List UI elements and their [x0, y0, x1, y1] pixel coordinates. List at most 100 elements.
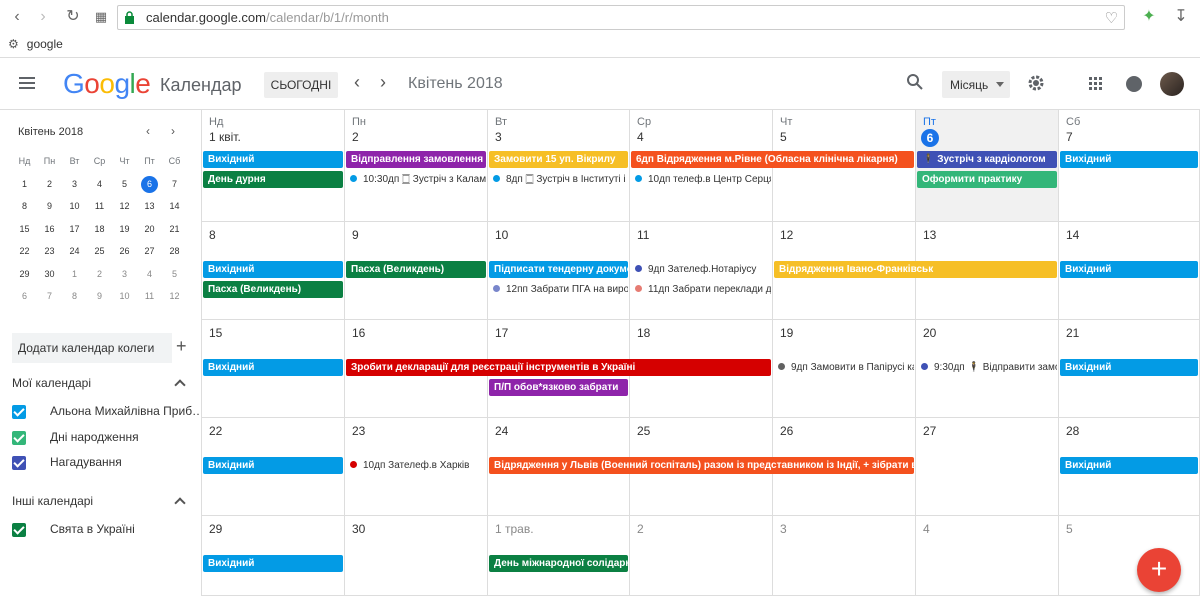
event-chip[interactable]: Вихідний: [1060, 151, 1198, 168]
timed-event[interactable]: 8дп 🀆 Зустріч в Інституті і: [491, 172, 628, 188]
forward-icon[interactable]: ›: [32, 6, 54, 28]
bookmark-google[interactable]: ⚙ google: [8, 37, 63, 52]
mini-day[interactable]: 26: [112, 240, 137, 263]
next-month-icon[interactable]: ›: [380, 72, 386, 93]
mini-next-icon[interactable]: ›: [171, 124, 175, 138]
mini-day[interactable]: 6: [12, 285, 37, 308]
add-colleague-input[interactable]: Додати календар колеги: [12, 333, 172, 363]
day-number[interactable]: 29: [209, 522, 222, 536]
mini-day[interactable]: 13: [137, 195, 162, 218]
sprout-icon[interactable]: ✦: [1138, 6, 1160, 28]
mini-day[interactable]: 10: [62, 195, 87, 218]
mini-day[interactable]: 20: [137, 218, 162, 241]
event-chip[interactable]: Вихідний: [203, 261, 343, 278]
other-calendars-header[interactable]: Інші календарі: [12, 494, 93, 508]
mini-day[interactable]: 22: [12, 240, 37, 263]
mini-day[interactable]: 2: [87, 263, 112, 286]
event-chip[interactable]: 6дп Відрядження м.Рівне (Обласна клінічн…: [631, 151, 914, 168]
mini-day[interactable]: 9: [37, 195, 62, 218]
timed-event[interactable]: 11дп Забрати переклади д: [633, 282, 771, 298]
mini-day[interactable]: 19: [112, 218, 137, 241]
event-chip[interactable]: День дурня: [203, 171, 343, 188]
day-number[interactable]: 20: [923, 326, 936, 340]
mini-day[interactable]: 23: [37, 240, 62, 263]
event-chip[interactable]: Пасха (Великдень): [346, 261, 486, 278]
menu-icon[interactable]: [19, 77, 35, 89]
day-number[interactable]: 12: [780, 228, 793, 242]
mini-day[interactable]: 11: [137, 285, 162, 308]
event-chip[interactable]: 🕴 Зустріч з кардіологом: [917, 151, 1057, 168]
day-number[interactable]: 4: [923, 522, 930, 536]
checkbox-icon[interactable]: [12, 430, 26, 445]
timed-event[interactable]: 10дп телеф.в Центр Серця: [633, 172, 771, 188]
gear-icon[interactable]: [1026, 73, 1046, 93]
timed-event[interactable]: 12пп Забрати ПГА на вироб: [491, 282, 628, 298]
day-number[interactable]: 9: [352, 228, 359, 242]
event-chip[interactable]: Оформити практику: [917, 171, 1057, 188]
mini-day[interactable]: 11: [87, 195, 112, 218]
timed-event[interactable]: 10:30дп 🀆 Зустріч з Калам: [348, 172, 486, 188]
mini-prev-icon[interactable]: ‹: [146, 124, 150, 138]
mini-day[interactable]: 7: [37, 285, 62, 308]
mini-day[interactable]: 12: [162, 285, 187, 308]
event-chip[interactable]: Вихідний: [203, 359, 343, 376]
day-number[interactable]: 17: [495, 326, 508, 340]
mini-day[interactable]: 4: [87, 173, 112, 196]
day-number[interactable]: 15: [209, 326, 222, 340]
mini-day[interactable]: 6: [137, 173, 162, 196]
day-cell[interactable]: 27: [916, 418, 1059, 516]
create-event-button[interactable]: +: [1137, 548, 1181, 592]
mini-day[interactable]: 25: [87, 240, 112, 263]
mini-day[interactable]: 30: [37, 263, 62, 286]
notifications-icon[interactable]: [1126, 76, 1142, 92]
current-day-number[interactable]: 6: [921, 129, 939, 147]
day-number[interactable]: 4: [637, 130, 644, 144]
day-number[interactable]: 19: [780, 326, 793, 340]
event-chip[interactable]: Пасха (Великдень): [203, 281, 343, 298]
event-chip[interactable]: Відправлення замовлення: [346, 151, 486, 168]
mini-day[interactable]: 14: [162, 195, 187, 218]
event-chip[interactable]: Підписати тендерну докуме: [489, 261, 628, 278]
day-number[interactable]: 2: [352, 130, 359, 144]
day-number[interactable]: 25: [637, 424, 650, 438]
day-number[interactable]: 3: [780, 522, 787, 536]
day-number[interactable]: 10: [495, 228, 508, 242]
day-number[interactable]: 26: [780, 424, 793, 438]
event-chip[interactable]: Замовити 15 уп. Вікрилу: [489, 151, 628, 168]
checkbox-icon[interactable]: [12, 523, 26, 537]
collapse-icon[interactable]: [174, 379, 186, 391]
event-chip[interactable]: Зробити декларації для реєстрації інстру…: [346, 359, 771, 376]
day-number[interactable]: 1 квіт.: [209, 130, 241, 144]
mini-day[interactable]: 3: [112, 263, 137, 286]
my-calendars-header[interactable]: Мої календарі: [12, 376, 91, 390]
day-number[interactable]: 28: [1066, 424, 1079, 438]
view-selector[interactable]: Місяць: [942, 71, 1010, 98]
event-chip[interactable]: Вихідний: [203, 457, 343, 474]
day-number[interactable]: 30: [352, 522, 365, 536]
apps-grid-icon[interactable]: [1089, 77, 1103, 91]
mini-day[interactable]: 28: [162, 240, 187, 263]
day-cell[interactable]: 2: [630, 516, 773, 596]
day-number[interactable]: 13: [923, 228, 936, 242]
mini-day[interactable]: 21: [162, 218, 187, 241]
address-bar[interactable]: calendar.google.com/calendar/b/1/r/month…: [117, 5, 1125, 30]
day-number[interactable]: 3: [495, 130, 502, 144]
mini-day[interactable]: 5: [112, 173, 137, 196]
event-chip[interactable]: День міжнародної солідарн: [489, 555, 628, 572]
mini-day[interactable]: 1: [12, 173, 37, 196]
event-chip[interactable]: Вихідний: [1060, 457, 1198, 474]
tabs-grid-icon[interactable]: ▦: [90, 6, 112, 28]
mini-day[interactable]: 3: [62, 173, 87, 196]
day-cell[interactable]: 4: [916, 516, 1059, 596]
event-chip[interactable]: Вихідний: [1060, 261, 1198, 278]
day-number[interactable]: 11: [637, 228, 649, 242]
day-number[interactable]: 1 трав.: [495, 522, 534, 536]
day-number[interactable]: 22: [209, 424, 222, 438]
checkbox-icon[interactable]: [12, 456, 26, 470]
today-button[interactable]: СЬОГОДНІ: [264, 72, 338, 98]
mini-day[interactable]: 12: [112, 195, 137, 218]
day-number[interactable]: 24: [495, 424, 508, 438]
day-number[interactable]: 7: [1066, 130, 1073, 144]
day-number[interactable]: 27: [923, 424, 936, 438]
day-number[interactable]: 2: [637, 522, 644, 536]
